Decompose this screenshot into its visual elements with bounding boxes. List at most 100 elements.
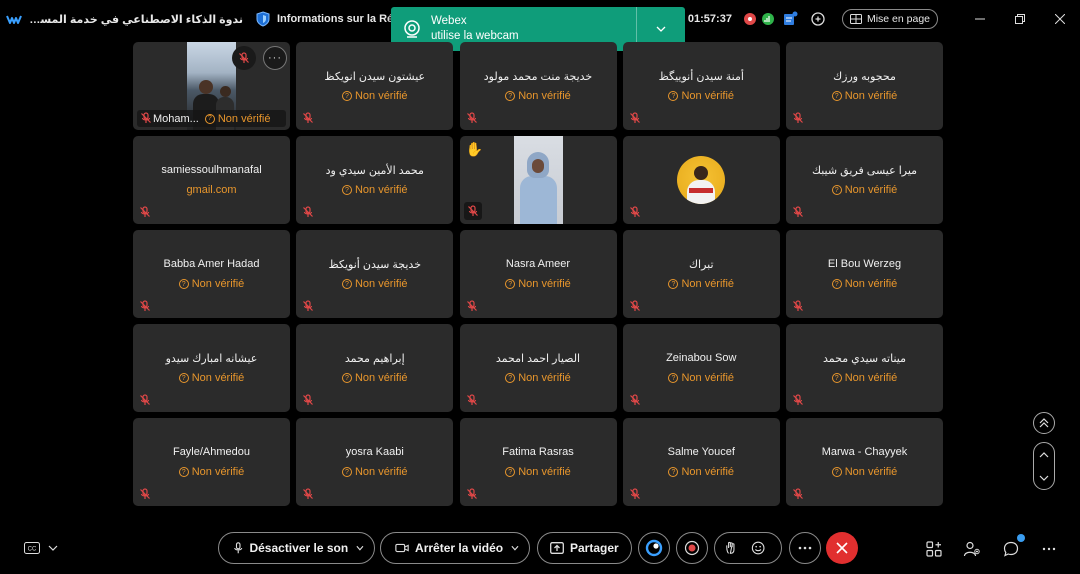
restore-button[interactable] bbox=[1000, 0, 1040, 38]
participant-tile[interactable]: محمد الأمين سيدي ود ? Non vérifié bbox=[296, 136, 454, 224]
participant-name: ميرا عيسى فريق شيبك bbox=[811, 165, 918, 177]
more-panels-button[interactable] bbox=[1040, 540, 1058, 558]
verification-status: ? Non vérifié bbox=[460, 466, 617, 478]
participant-tile[interactable]: ✋ bbox=[459, 136, 617, 224]
mic-muted-icon bbox=[463, 202, 482, 220]
verification-status-text: Non vérifié bbox=[191, 278, 245, 290]
mic-muted-icon bbox=[629, 300, 640, 311]
mute-button[interactable]: Désactiver le son bbox=[218, 532, 375, 564]
connection-status-icon[interactable] bbox=[761, 13, 774, 25]
chat-icon bbox=[1003, 541, 1019, 557]
participant-tile[interactable]: Babba Amer Hadad ? Non vérifié bbox=[133, 230, 290, 318]
participant-tile[interactable]: الصيار احمد امحمد ? Non vérifié bbox=[459, 324, 617, 412]
emoji-icon bbox=[751, 541, 765, 555]
participant-name: Fayle/Ahmedou bbox=[172, 446, 251, 458]
mic-muted-icon bbox=[793, 394, 803, 405]
zoom-icon[interactable] bbox=[808, 9, 828, 29]
participant-tile[interactable]: Marwa - Chayyek ? Non vérifié bbox=[786, 418, 943, 506]
participant-tile[interactable]: خديجة سيدن أنويكظ ? Non vérifié bbox=[296, 230, 454, 318]
participant-grid: ··· Moham... ? Non vérifié عيشتون سيدن ان… bbox=[133, 42, 943, 506]
participant-name: خديجة منت محمد مولود bbox=[483, 71, 593, 83]
shield-icon[interactable] bbox=[255, 11, 271, 27]
participants-button[interactable] bbox=[963, 540, 981, 558]
more-options-button[interactable] bbox=[789, 532, 821, 564]
captions-button[interactable]: CC bbox=[24, 542, 58, 554]
verification-status: ? Non vérifié bbox=[623, 466, 780, 478]
participant-name: ميناته سيدي محمد bbox=[823, 353, 906, 365]
raise-hand-icon bbox=[726, 541, 735, 554]
verification-status-text: Non vérifié bbox=[518, 372, 571, 384]
mic-muted-icon bbox=[793, 488, 803, 499]
close-window-button[interactable] bbox=[1040, 0, 1080, 38]
share-button[interactable]: Partager bbox=[537, 532, 632, 564]
verification-status-text: Non vérifié bbox=[518, 278, 571, 290]
apps-button[interactable] bbox=[925, 540, 943, 558]
mic-muted-icon bbox=[793, 206, 803, 217]
record-button[interactable] bbox=[676, 532, 708, 564]
participants-icon bbox=[963, 541, 980, 557]
participant-tile[interactable]: Zeinabou Sow ? Non vérifié bbox=[622, 324, 780, 412]
participant-tile[interactable] bbox=[622, 136, 780, 224]
svg-text:CC: CC bbox=[28, 547, 37, 553]
participant-tile[interactable]: samiessoulhmanafal gmail.com bbox=[133, 136, 290, 224]
participant-tile[interactable]: أمنة سيدن أنوييگظ ? Non vérifié bbox=[622, 42, 780, 130]
page-scroll-control[interactable] bbox=[1033, 442, 1055, 490]
chat-button[interactable] bbox=[1002, 540, 1020, 558]
mic-muted-icon bbox=[793, 112, 803, 123]
verification-status-text: Non vérifié bbox=[681, 466, 735, 478]
participant-name: تبراك bbox=[688, 259, 714, 271]
mic-muted-icon[interactable] bbox=[232, 46, 256, 70]
participant-name: Nasra Ameer bbox=[505, 258, 571, 270]
participant-tile[interactable]: El Bou Werzeg ? Non vérifié bbox=[786, 230, 943, 318]
end-call-button[interactable] bbox=[826, 532, 858, 564]
more-options-button[interactable]: ··· bbox=[263, 46, 287, 70]
mic-muted-icon bbox=[629, 112, 640, 123]
participant-tile[interactable]: Fayle/Ahmedou ? Non vérifié bbox=[133, 418, 290, 506]
participant-tile[interactable]: Fatima Rasras ? Non vérifié bbox=[459, 418, 617, 506]
recording-status-icon[interactable] bbox=[743, 13, 756, 25]
verification-status: ? Non vérifié bbox=[296, 184, 453, 196]
participant-tile[interactable]: ميرا عيسى فريق شيبك ? Non vérifié bbox=[786, 136, 943, 224]
participant-name: Marwa - Chayyek bbox=[821, 446, 908, 458]
participant-tile[interactable]: yosra Kaabi ? Non vérifié bbox=[296, 418, 454, 506]
participant-tile[interactable]: تبراك ? Non vérifié bbox=[622, 230, 780, 318]
webex-assistant-icon bbox=[645, 539, 663, 557]
ellipsis-icon bbox=[798, 546, 812, 550]
mic-muted-icon bbox=[141, 112, 151, 123]
participant-name: Zeinabou Sow bbox=[666, 352, 737, 364]
participant-tile[interactable]: Salme Youcef ? Non vérifié bbox=[622, 418, 780, 506]
participant-name: الصيار احمد امحمد bbox=[495, 353, 581, 365]
chevron-up-icon[interactable] bbox=[1039, 451, 1049, 458]
mic-muted-icon bbox=[466, 300, 477, 311]
verification-status: ? Non vérifié bbox=[296, 372, 453, 384]
layout-button[interactable]: Mise en page bbox=[841, 9, 938, 29]
video-camera-icon bbox=[395, 543, 409, 553]
stop-video-button[interactable]: Arrêter la vidéo bbox=[380, 532, 530, 564]
participant-tile[interactable]: إبراهيم محمد ? Non vérifié bbox=[296, 324, 454, 412]
share-label: Partager bbox=[570, 541, 619, 555]
webex-assistant-button[interactable] bbox=[638, 532, 670, 564]
verification-status: ? Non vérifié bbox=[786, 372, 943, 384]
verification-status-text: Non vérifié bbox=[354, 278, 408, 290]
participant-tile[interactable]: ميناته سيدي محمد ? Non vérifié bbox=[786, 324, 943, 412]
scroll-to-top-button[interactable] bbox=[1033, 412, 1055, 434]
verification-status-text: Non vérifié bbox=[191, 372, 245, 384]
chevron-down-icon[interactable] bbox=[1039, 475, 1049, 481]
minimize-button[interactable] bbox=[960, 0, 1000, 38]
participant-name: محمد الأمين سيدي ود bbox=[325, 165, 424, 177]
chat-notification-badge bbox=[1017, 534, 1025, 542]
participant-tile[interactable]: محجوبه ورزك ? Non vérifié bbox=[786, 42, 943, 130]
participant-tile[interactable]: عيشانه امبارك سيدو ? Non vérifié bbox=[133, 324, 290, 412]
verification-status: ? Non vérifié bbox=[786, 90, 943, 102]
participant-tile[interactable]: خديجة منت محمد مولود ? Non vérifié bbox=[459, 42, 617, 130]
mute-label: Désactiver le son bbox=[249, 541, 349, 555]
notes-icon[interactable] bbox=[780, 9, 800, 29]
participant-tile[interactable]: ··· Moham... ? Non vérifié bbox=[133, 42, 290, 130]
mic-muted-icon bbox=[629, 488, 640, 499]
participant-tile[interactable]: عيشتون سيدن انويكظ ? Non vérifié bbox=[296, 42, 454, 130]
participant-name: أمنة سيدن أنوييگظ bbox=[658, 71, 744, 83]
participant-name: Salme Youcef bbox=[667, 446, 735, 458]
participant-tile[interactable]: Nasra Ameer ? Non vérifié bbox=[459, 230, 617, 318]
verification-status-text: Non vérifié bbox=[354, 184, 408, 196]
reactions-button[interactable] bbox=[714, 532, 782, 564]
